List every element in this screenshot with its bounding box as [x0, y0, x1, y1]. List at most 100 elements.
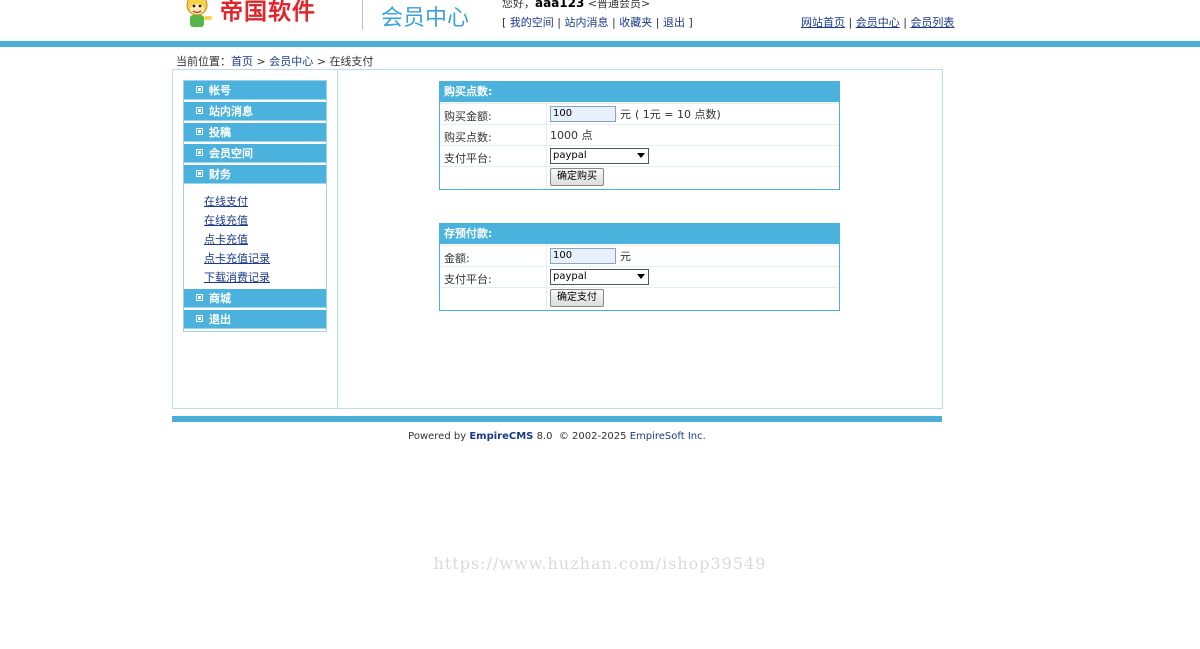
footer: Powered by EmpireCMS 8.0 © 2002-2025 Emp…: [0, 431, 1114, 442]
buy-amount-unit: 元: [620, 108, 631, 121]
prepay-platform-row: 支付平台: paypal: [440, 266, 839, 287]
sidebar-item-shop[interactable]: 商城: [184, 289, 326, 308]
expand-icon: [196, 294, 203, 301]
my-space-link[interactable]: 我的空间: [510, 16, 554, 29]
logo[interactable]: 帝国软件: [180, 0, 340, 28]
buy-points-row: 购买点数: 1000 点: [440, 124, 839, 145]
prepay-amount-row: 金额: 元: [440, 245, 839, 266]
member-center-link[interactable]: 会员中心: [856, 16, 900, 29]
header-divider: [362, 0, 363, 30]
buy-platform-row: 支付平台: paypal: [440, 145, 839, 166]
mascot-icon: [186, 0, 212, 27]
main-frame: 帐号 站内消息 投稿 会员空间 财务 在线支付 在线充值 点卡充值 点卡充值记录…: [172, 69, 943, 409]
sidebar-item-label: 商城: [209, 292, 231, 305]
submenu-card-recharge-log[interactable]: 点卡充值记录: [204, 250, 270, 266]
expand-icon: [196, 107, 203, 114]
sidebar-item-member-space[interactable]: 会员空间: [184, 144, 326, 163]
site-messages-link[interactable]: 站内消息: [565, 16, 609, 29]
separator: |: [655, 16, 660, 29]
collapse-icon: [196, 170, 203, 177]
top-links: 网站首页 | 会员中心 | 会员列表: [801, 14, 954, 30]
separator: |: [612, 16, 616, 29]
prepay-platform-select[interactable]: paypal: [550, 269, 649, 285]
version: 8.0: [536, 431, 553, 442]
breadcrumb-current: 在线支付: [329, 55, 374, 68]
sidebar-item-label: 退出: [209, 313, 231, 326]
buy-points-label: 购买点数:: [444, 131, 492, 144]
favorites-link[interactable]: 收藏夹: [619, 16, 652, 29]
buy-points-panel: 购买点数: 购买金额: 元 ( 1元 = 10 点数) 购买点数: 1000 点…: [439, 81, 840, 190]
submenu-download-log[interactable]: 下载消费记录: [204, 269, 270, 285]
watermark: https://www.huzhan.com/ishop39549: [433, 554, 767, 573]
logo-text: 帝国软件: [220, 0, 316, 25]
sidebar-item-finance[interactable]: 财务: [184, 165, 326, 184]
copyright: © 2002-2025: [558, 431, 627, 442]
submenu-online-recharge[interactable]: 在线充值: [204, 212, 248, 228]
buy-amount-row: 购买金额: 元 ( 1元 = 10 点数): [440, 103, 839, 124]
expand-icon: [196, 86, 203, 93]
expand-icon: [196, 128, 203, 135]
sidebar-item-label: 帐号: [209, 84, 231, 97]
sidebar-item-label: 会员空间: [209, 147, 253, 160]
breadcrumb-prefix: 当前位置：: [176, 55, 231, 68]
prepay-amount-input[interactable]: [550, 248, 616, 264]
breadcrumb-separator: >: [253, 55, 270, 68]
breadcrumb-home[interactable]: 首页: [231, 55, 253, 68]
user-links: [ 我的空间 | 站内消息 | 收藏夹 | 退出 ]: [502, 14, 693, 30]
buy-platform-label: 支付平台:: [444, 152, 492, 165]
chevron-down-icon: [637, 153, 645, 158]
username: aaa123: [535, 0, 585, 10]
exchange-rate-hint: ( 1元 = 10 点数): [635, 108, 721, 121]
buy-platform-value: paypal: [553, 150, 587, 161]
member-center-title: 会员中心: [381, 6, 470, 31]
separator: |: [557, 16, 562, 29]
buy-amount-input[interactable]: [550, 106, 616, 122]
breadcrumb-separator: >: [313, 55, 330, 68]
sidebar-item-label: 站内消息: [209, 105, 253, 118]
user-group: <普通会员>: [587, 0, 651, 10]
breadcrumb: 当前位置：首页 > 会员中心 > 在线支付: [176, 53, 373, 69]
close-bracket: ]: [688, 16, 693, 29]
frame-divider: [337, 70, 338, 408]
open-bracket: [: [502, 16, 507, 29]
buy-platform-select[interactable]: paypal: [550, 148, 649, 164]
prepay-panel: 存预付款: 金额: 元 支付平台: paypal 确定支付: [439, 223, 840, 311]
breadcrumb-member-center[interactable]: 会员中心: [269, 55, 313, 68]
member-list-link[interactable]: 会员列表: [910, 16, 954, 29]
sidebar-item-label: 财务: [209, 168, 231, 181]
confirm-pay-button[interactable]: 确定支付: [550, 289, 604, 307]
expand-icon: [196, 315, 203, 322]
expand-icon: [196, 149, 203, 156]
chevron-down-icon: [637, 274, 645, 279]
prepay-platform-value: paypal: [553, 271, 587, 282]
confirm-buy-button[interactable]: 确定购买: [550, 168, 604, 186]
sidebar-item-messages[interactable]: 站内消息: [184, 102, 326, 121]
sidebar: 帐号 站内消息 投稿 会员空间 财务 在线支付 在线充值 点卡充值 点卡充值记录…: [183, 80, 327, 332]
prepay-title: 存预付款:: [440, 224, 839, 245]
submenu-card-recharge[interactable]: 点卡充值: [204, 231, 248, 247]
sidebar-item-label: 投稿: [209, 126, 231, 139]
buy-amount-label: 购买金额:: [444, 110, 492, 123]
separator: |: [903, 16, 907, 29]
prepay-amount-label: 金额:: [444, 252, 470, 265]
footer-bar: [172, 416, 942, 422]
powered-by-label: Powered by: [408, 431, 467, 442]
company-link[interactable]: EmpireSoft Inc.: [630, 431, 706, 442]
buy-points-title: 购买点数:: [440, 82, 839, 103]
sidebar-item-account[interactable]: 帐号: [184, 81, 326, 100]
site-home-link[interactable]: 网站首页: [801, 16, 845, 29]
sidebar-item-logout[interactable]: 退出: [184, 310, 326, 329]
greeting-prefix: 您好，: [502, 0, 535, 10]
submenu-online-payment[interactable]: 在线支付: [204, 193, 248, 209]
prepay-submit-row: 确定支付: [440, 287, 839, 308]
brand-link[interactable]: EmpireCMS: [469, 431, 533, 442]
separator: |: [848, 16, 853, 29]
buy-points-value: 1000 点: [550, 129, 593, 142]
prepay-platform-label: 支付平台:: [444, 273, 492, 286]
buy-submit-row: 确定购买: [440, 166, 839, 187]
prepay-amount-unit: 元: [620, 250, 631, 263]
sidebar-item-submissions[interactable]: 投稿: [184, 123, 326, 142]
header-bar: [0, 41, 1200, 47]
logout-link[interactable]: 退出: [663, 16, 685, 29]
user-greeting: 您好，aaa123 <普通会员>: [502, 0, 650, 11]
